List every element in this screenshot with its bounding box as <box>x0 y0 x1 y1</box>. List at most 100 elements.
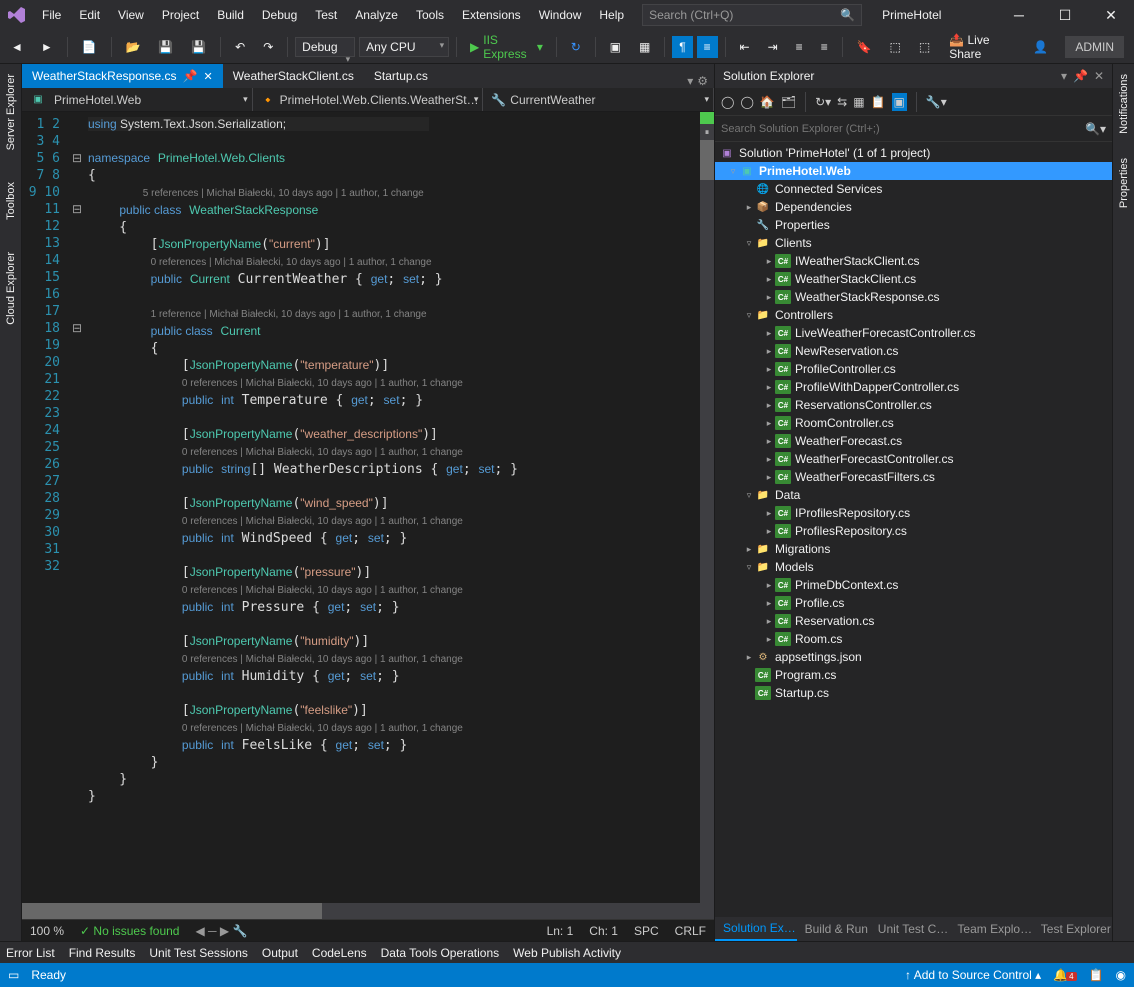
uncomment-button[interactable]: ≡ <box>814 36 835 58</box>
tree-file[interactable]: ▸C#WeatherForecast.cs <box>715 432 1112 450</box>
issues-indicator[interactable]: No issues found <box>80 924 179 938</box>
tree-file[interactable]: ▸C#ReservationsController.cs <box>715 396 1112 414</box>
run-button[interactable]: IIS Express ▾ <box>464 30 549 64</box>
notifications-button[interactable]: 🔔4 <box>1053 968 1076 982</box>
doc-tab[interactable]: WeatherStackClient.cs <box>223 64 364 88</box>
tab-overflow-icon[interactable]: ▾ <box>687 74 693 88</box>
se-collapse-icon[interactable]: ⇆ <box>837 95 847 109</box>
tree-file[interactable]: ▸C#ProfilesRepository.cs <box>715 522 1112 540</box>
solution-tree[interactable]: ▣Solution 'PrimeHotel' (1 of 1 project) … <box>715 142 1112 917</box>
tree-file[interactable]: ▸C#WeatherForecastFilters.cs <box>715 468 1112 486</box>
se-showall-icon[interactable]: ▦ <box>853 95 864 109</box>
new-project-button[interactable]: 📄 <box>75 36 104 58</box>
save-all-button[interactable]: 💾 <box>184 36 213 58</box>
tree-file[interactable]: ▸C#RoomController.cs <box>715 414 1112 432</box>
bottom-tab-datatools[interactable]: Data Tools Operations <box>381 946 500 960</box>
bottom-tab-codelens[interactable]: CodeLens <box>312 946 367 960</box>
tree-file[interactable]: C#Startup.cs <box>715 684 1112 702</box>
tree-file[interactable]: ▸C#WeatherStackResponse.cs <box>715 288 1112 306</box>
menu-extensions[interactable]: Extensions <box>454 4 529 26</box>
status-record-icon[interactable]: ◉ <box>1116 968 1126 982</box>
panel-dropdown-icon[interactable]: ▾ <box>1061 69 1067 83</box>
global-search[interactable]: Search (Ctrl+Q) 🔍 <box>642 4 862 26</box>
tree-file[interactable]: ▸C#Profile.cs <box>715 594 1112 612</box>
fold-gutter[interactable]: ⊟⊟⊟ <box>70 112 84 903</box>
status-output-icon[interactable]: ▭ <box>8 968 19 982</box>
side-properties[interactable]: Properties <box>1116 152 1132 214</box>
undo-button[interactable]: ↶ <box>228 36 252 58</box>
save-button[interactable]: 💾 <box>151 36 180 58</box>
tree-dependencies[interactable]: ▸📦Dependencies <box>715 198 1112 216</box>
comment-button[interactable]: ≡ <box>789 36 810 58</box>
se-copy-icon[interactable]: 📋 <box>871 95 886 109</box>
tree-file[interactable]: ▸C#LiveWeatherForecastController.cs <box>715 324 1112 342</box>
tree-file[interactable]: C#Program.cs <box>715 666 1112 684</box>
se-search-input[interactable] <box>721 123 1085 135</box>
doc-tab[interactable]: Startup.cs <box>364 64 438 88</box>
tree-file[interactable]: ▸C#WeatherStackClient.cs <box>715 270 1112 288</box>
menu-tools[interactable]: Tools <box>408 4 452 26</box>
tree-folder-migrations[interactable]: ▸📁Migrations <box>715 540 1112 558</box>
menu-project[interactable]: Project <box>154 4 207 26</box>
source-control-button[interactable]: ↑ Add to Source Control ▴ <box>905 968 1041 982</box>
pin-icon[interactable]: 📌 <box>183 69 198 83</box>
tb-icon-4[interactable]: ≡ <box>697 36 718 58</box>
tree-file[interactable]: ▸C#IProfilesRepository.cs <box>715 504 1112 522</box>
outdent-button[interactable]: ⇤ <box>733 36 757 58</box>
bottom-tab-find[interactable]: Find Results <box>69 946 136 960</box>
tree-file[interactable]: ▸C#Room.cs <box>715 630 1112 648</box>
tree-file[interactable]: ▸C#ProfileWithDapperController.cs <box>715 378 1112 396</box>
se-scope-icon[interactable]: ▣ <box>892 93 907 111</box>
bookmark-button[interactable]: 🔖 <box>850 36 879 58</box>
side-cloud-explorer[interactable]: Cloud Explorer <box>3 246 19 331</box>
tree-file[interactable]: ▸⚙appsettings.json <box>715 648 1112 666</box>
nav-class-combo[interactable]: 🔸PrimeHotel.Web.Clients.WeatherSt… <box>253 88 484 111</box>
tb-icon-1[interactable]: ▣ <box>603 36 628 58</box>
menu-window[interactable]: Window <box>531 4 590 26</box>
tree-file[interactable]: ▸C#WeatherForecastController.cs <box>715 450 1112 468</box>
bottom-tab-errorlist[interactable]: Error List <box>6 946 55 960</box>
tb-icon-6[interactable]: ⬚ <box>912 36 937 58</box>
tab-settings-icon[interactable]: ⚙ <box>697 74 708 88</box>
panel-tab-build[interactable]: Build & Run <box>797 917 870 941</box>
live-share-button[interactable]: 📤 Live Share <box>941 30 1022 64</box>
side-toolbox[interactable]: Toolbox <box>3 176 19 226</box>
nav-back-button[interactable]: ◄ <box>4 36 30 58</box>
tree-folder-controllers[interactable]: ▿📁Controllers <box>715 306 1112 324</box>
side-server-explorer[interactable]: Server Explorer <box>3 68 19 156</box>
panel-tab-solution[interactable]: Solution Ex… <box>715 917 797 941</box>
menu-test[interactable]: Test <box>307 4 345 26</box>
menu-build[interactable]: Build <box>209 4 252 26</box>
menu-view[interactable]: View <box>110 4 152 26</box>
tree-properties[interactable]: 🔧Properties <box>715 216 1112 234</box>
se-home-icon[interactable]: 🏠 <box>760 95 775 109</box>
maximize-button[interactable]: ☐ <box>1042 0 1088 30</box>
doc-tab-active[interactable]: WeatherStackResponse.cs 📌 ✕ <box>22 64 223 88</box>
minimize-button[interactable]: ─ <box>996 0 1042 30</box>
side-notifications[interactable]: Notifications <box>1116 68 1132 140</box>
tree-folder-models[interactable]: ▿📁Models <box>715 558 1112 576</box>
se-refresh-icon[interactable]: ↻▾ <box>815 95 831 109</box>
panel-close-icon[interactable]: ✕ <box>1094 69 1104 83</box>
tree-file[interactable]: ▸C#NewReservation.cs <box>715 342 1112 360</box>
redo-button[interactable]: ↷ <box>256 36 280 58</box>
horizontal-scrollbar[interactable] <box>22 903 714 919</box>
open-button[interactable]: 📂 <box>118 36 147 58</box>
menu-edit[interactable]: Edit <box>71 4 108 26</box>
spaces-indicator[interactable]: SPC <box>634 924 659 938</box>
bottom-tab-webpublish[interactable]: Web Publish Activity <box>513 946 621 960</box>
tree-connected-services[interactable]: 🌐Connected Services <box>715 180 1112 198</box>
lineend-indicator[interactable]: CRLF <box>675 924 706 938</box>
code-editor[interactable]: using System.Text.Json.Serialization; na… <box>84 112 700 903</box>
panel-tab-unittest[interactable]: Unit Test C… <box>870 917 950 941</box>
close-button[interactable]: ✕ <box>1088 0 1134 30</box>
tb-icon-3[interactable]: ¶ <box>672 36 692 58</box>
tree-file[interactable]: ▸C#Reservation.cs <box>715 612 1112 630</box>
pin-icon[interactable]: 📌 <box>1073 69 1088 83</box>
feedback-button[interactable]: 👤 <box>1026 36 1055 58</box>
feedback-icon[interactable]: 📋 <box>1089 968 1104 982</box>
solution-explorer-search[interactable]: 🔍▾ <box>715 116 1112 142</box>
zoom-level[interactable]: 100 % <box>30 924 64 938</box>
indent-button[interactable]: ⇥ <box>761 36 785 58</box>
menu-analyze[interactable]: Analyze <box>347 4 406 26</box>
